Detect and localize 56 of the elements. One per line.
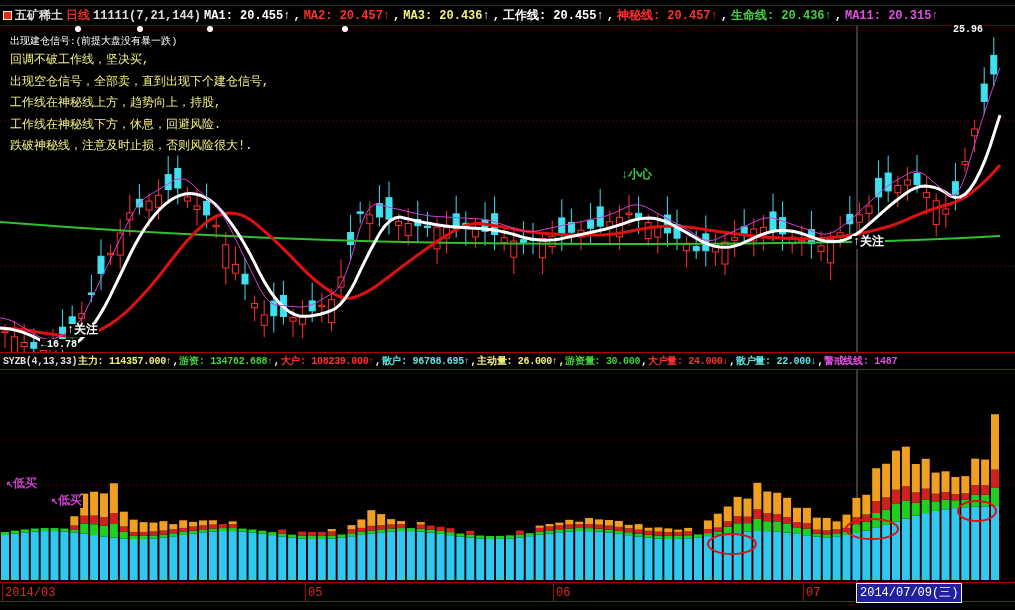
indicator-value: 警戒线线: 1487 <box>824 354 898 369</box>
indicator-value: 散户: 96788.695↑ <box>381 354 470 369</box>
square-icon <box>3 11 12 20</box>
separator: , <box>834 7 842 25</box>
note-heading: 出现建仓信号:(前提大盘没有暴一跌) <box>10 34 179 49</box>
separator: , <box>393 7 401 25</box>
note-line: 出现空仓信号，全部卖，直到出现下个建仓信号, <box>10 73 270 91</box>
separator: , <box>273 354 280 369</box>
note-line: 工作线在神秘线上方，趋势向上，持股, <box>10 95 223 112</box>
signal-label: ↖低买 <box>50 495 84 509</box>
ellipse-marker <box>957 500 997 522</box>
indicator-value: 游资: 134762.688↑ <box>179 354 273 369</box>
chart-label: ↓小心 <box>620 169 654 183</box>
separator: , <box>729 354 735 369</box>
note-line: 跌破神秘线，注意及时止损，否则风险很大!. <box>10 138 254 155</box>
axis-label: 06 <box>553 584 571 602</box>
indicator-value: 工作线: 20.455↑ <box>502 7 604 25</box>
indicator-value: 散户量: 22.000↓ <box>735 354 817 369</box>
separator: , <box>720 7 728 25</box>
chart-label: ↑关注 <box>66 324 100 338</box>
separator: , <box>492 7 500 25</box>
ellipse-marker <box>707 533 757 555</box>
indicator-value: 主力: 114357.000↑ <box>78 354 172 369</box>
indicator-value: 神秘线: 20.457↑ <box>616 7 718 25</box>
separator: , <box>558 354 565 369</box>
axis-label: 2014/03 <box>2 584 56 602</box>
separator: , <box>375 354 381 369</box>
indicator-value: MA11: 20.315↑ <box>844 7 939 25</box>
separator: , <box>817 354 824 369</box>
ellipse-marker <box>845 518 899 540</box>
signal-label: ↖低买 <box>5 478 39 492</box>
cursor-date: 2014/07/09(三) <box>856 583 963 603</box>
separator: , <box>470 354 477 369</box>
indicator-value: 大户: 108239.000↑ <box>280 354 375 369</box>
note-line: 回调不破工作线，坚决买, <box>10 52 151 69</box>
stock-name: 五矿稀土 <box>15 7 63 25</box>
chart-label: 25.96 <box>952 24 984 35</box>
indicator-params: 11111(7,21,144) <box>93 7 202 25</box>
indicator-value: 生命线: 20.436↑ <box>730 7 832 25</box>
indicator-name: SYZB(4,13,33) <box>3 354 78 369</box>
indicator-value: MA1: 20.455↑ <box>204 7 291 25</box>
chart-label: ↑关注 <box>852 236 886 250</box>
chart-label: ←16.78 <box>40 339 78 350</box>
indicator-value: MA2: 20.457↑ <box>303 7 391 25</box>
separator: , <box>641 354 647 369</box>
indicator-value: MA3: 20.436↑ <box>403 7 490 25</box>
note-line: 工作线在神秘线下方，休息，回避风险. <box>10 116 223 134</box>
indicator-value: 大户量: 24.000↓ <box>647 354 729 369</box>
axis-label: 05 <box>305 584 323 602</box>
axis-label: 07 <box>803 584 821 602</box>
separator: , <box>293 7 301 25</box>
separator: , <box>172 354 179 369</box>
period-label: 日线 <box>66 7 90 25</box>
indicator-value: 主动量: 26.000↑ <box>477 354 558 369</box>
separator: , <box>606 7 614 25</box>
indicator-value: 游资量: 30.000 <box>565 354 641 369</box>
